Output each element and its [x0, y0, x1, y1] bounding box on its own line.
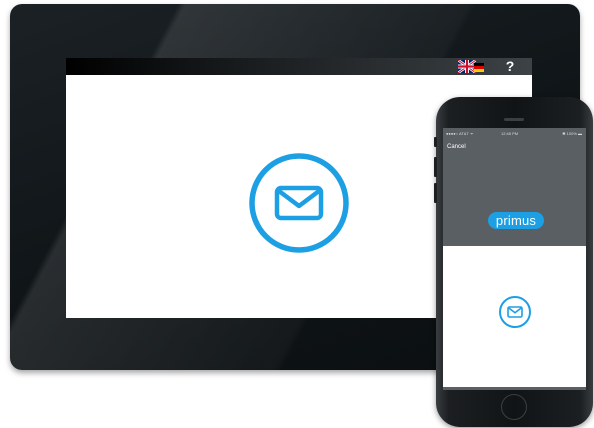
status-battery: ✱ 100% ▬ [562, 131, 582, 136]
home-button[interactable] [501, 394, 527, 420]
cancel-button[interactable]: Cancel [447, 144, 466, 150]
volume-up-button [434, 157, 437, 177]
envelope-circle-icon[interactable] [498, 295, 532, 329]
phone-content-area [443, 246, 586, 387]
status-bar: ●●●●○ AT&T ᯤ 12:45 PM ✱ 100% ▬ [443, 128, 586, 140]
phone-screen: ●●●●○ AT&T ᯤ 12:45 PM ✱ 100% ▬ Cancel pr… [443, 128, 586, 390]
mute-switch [434, 137, 437, 147]
status-time: 12:45 PM [501, 131, 519, 136]
german-flag-icon [474, 63, 484, 72]
brand-logo: primus [488, 212, 544, 229]
phone-device: ●●●●○ AT&T ᯤ 12:45 PM ✱ 100% ▬ Cancel pr… [434, 97, 593, 427]
tablet-top-bar: ? [66, 58, 532, 75]
status-carrier: ●●●●○ AT&T ᯤ [446, 131, 474, 136]
volume-down-button [434, 183, 437, 203]
help-button[interactable]: ? [502, 58, 518, 75]
phone-speaker [504, 118, 524, 121]
envelope-circle-icon[interactable] [247, 151, 351, 255]
